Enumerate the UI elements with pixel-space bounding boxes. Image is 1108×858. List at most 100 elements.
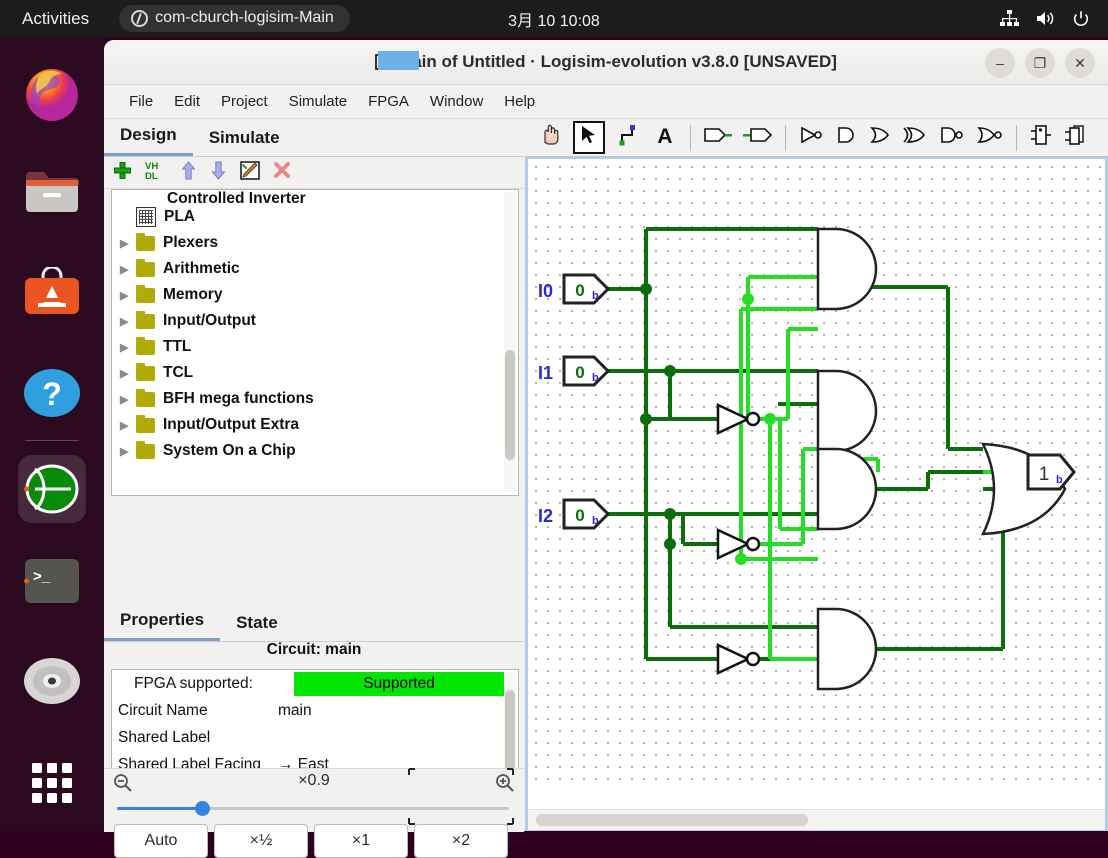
chevron-right-icon[interactable]: ▶ <box>120 445 136 458</box>
resize-corner-icon[interactable] <box>407 767 427 787</box>
not-gate-tool[interactable] <box>793 125 829 150</box>
close-button[interactable]: ✕ <box>1065 48 1095 78</box>
dock-item-firefox[interactable] <box>18 59 86 127</box>
canvas-hscrollbar[interactable] <box>528 809 1105 830</box>
pin-output-tool[interactable] <box>738 125 778 150</box>
or-gate-tool[interactable] <box>863 125 897 150</box>
maximize-button[interactable]: ❐ <box>1025 48 1055 78</box>
rename-icon[interactable] <box>240 160 260 185</box>
menu-fpga[interactable]: FPGA <box>359 90 418 113</box>
property-row[interactable]: FPGA supported: Supported <box>112 670 518 697</box>
help-icon: ? <box>24 369 80 417</box>
wiring-tool[interactable] <box>611 124 647 151</box>
window-chip[interactable]: com-cburch-logisim-Main <box>119 5 350 32</box>
zoom-slider-knob[interactable] <box>195 801 210 816</box>
folder-icon <box>136 440 155 459</box>
chevron-right-icon[interactable]: ▶ <box>120 315 136 328</box>
left-pane: Design Simulate VH DL Controlled Inverte… <box>104 119 524 831</box>
circuit-canvas[interactable]: 0 b I0 0 b I1 0 b I2 1 b <box>525 156 1108 831</box>
dock-item-files[interactable] <box>18 159 86 227</box>
zoom-slider-fill <box>117 807 202 810</box>
zoom-auto-button[interactable]: Auto <box>114 824 208 858</box>
resize-corner-icon-right-bottom[interactable] <box>495 806 515 826</box>
circuit-diagram[interactable]: 0 b I0 0 b I1 0 b I2 1 b <box>528 159 1105 789</box>
tree-item-input-output[interactable]: ▶ Input/Output <box>112 308 518 334</box>
chevron-right-icon[interactable]: ▶ <box>120 419 136 432</box>
firefox-icon <box>26 69 78 121</box>
tab-state[interactable]: State <box>220 608 294 641</box>
dock-item-software[interactable] <box>18 259 86 327</box>
zoom-preset-buttons: Auto ×½ ×1 ×2 <box>114 824 508 858</box>
property-row[interactable]: Circuit Name main <box>112 697 518 724</box>
xor-gate-tool[interactable] <box>897 125 933 150</box>
dock-item-terminal[interactable]: >_ <box>18 547 86 615</box>
dock-item-logisim[interactable] <box>18 455 86 523</box>
tree-item-pla[interactable]: PLA <box>112 204 518 230</box>
minimize-button[interactable]: – <box>985 48 1015 78</box>
tree-item-tcl[interactable]: ▶ TCL <box>112 360 518 386</box>
chevron-right-icon[interactable]: ▶ <box>120 289 136 302</box>
select-tool[interactable] <box>573 121 605 154</box>
input-pin-I2: 0 b I2 <box>538 498 611 530</box>
running-dot-logisim <box>24 486 29 492</box>
move-down-icon[interactable] <box>210 161 227 185</box>
output-pin-1: 1 b <box>1026 453 1076 491</box>
pin-input-tool[interactable] <box>698 125 738 150</box>
dock-item-disc[interactable] <box>18 647 86 715</box>
tree-item-partial[interactable]: Controlled Inverter <box>112 190 518 204</box>
menu-window[interactable]: Window <box>421 90 492 113</box>
chevron-right-icon[interactable]: ▶ <box>120 367 136 380</box>
move-up-icon[interactable] <box>180 160 197 185</box>
zoom-half-button[interactable]: ×½ <box>214 824 308 858</box>
add-circuit-icon[interactable] <box>113 161 132 185</box>
nand-gate-tool[interactable] <box>933 125 971 150</box>
tree-item-bfh-mega-functions[interactable]: ▶ BFH mega functions <box>112 386 518 412</box>
network-icon[interactable] <box>1000 10 1019 27</box>
tree-item-memory[interactable]: ▶ Memory <box>112 282 518 308</box>
poke-tool[interactable] <box>531 123 567 152</box>
chevron-right-icon[interactable]: ▶ <box>120 237 136 250</box>
tree-item-arithmetic[interactable]: ▶ Arithmetic <box>112 256 518 282</box>
and-gate-tool[interactable] <box>829 125 863 150</box>
property-value[interactable]: main <box>278 702 518 720</box>
chevron-right-icon[interactable]: ▶ <box>120 263 136 276</box>
tree-item-ttl[interactable]: ▶ TTL <box>112 334 518 360</box>
zoom-1x-button[interactable]: ×1 <box>314 824 408 858</box>
tree-item-system-on-a-chip[interactable]: ▶ System On a Chip <box>112 438 518 464</box>
resize-corner-icon-bottom[interactable] <box>407 806 427 826</box>
circuit-tree[interactable]: Controlled Inverter PLA ▶ Plexers ▶ Arit… <box>111 189 519 496</box>
subcircuit-tool[interactable] <box>1024 124 1058 151</box>
chevron-right-icon[interactable]: ▶ <box>120 393 136 406</box>
dock-item-help[interactable]: ? <box>18 359 86 427</box>
delete-icon[interactable] <box>273 161 291 184</box>
tree-item-label: PLA <box>164 208 195 225</box>
menu-edit[interactable]: Edit <box>165 90 209 113</box>
tab-simulate[interactable]: Simulate <box>193 123 296 156</box>
canvas-hscrollbar-thumb[interactable] <box>536 814 808 826</box>
vhdl-icon[interactable]: VH DL <box>145 160 167 185</box>
zoom-2x-button[interactable]: ×2 <box>414 824 508 858</box>
duplicate-tool[interactable] <box>1058 124 1092 151</box>
tree-item-input-output-extra[interactable]: ▶ Input/Output Extra <box>112 412 518 438</box>
property-row[interactable]: Shared Label <box>112 724 518 751</box>
resize-corner-icon-right-top[interactable] <box>495 767 515 787</box>
activities-button[interactable]: Activities <box>22 9 89 29</box>
menu-simulate[interactable]: Simulate <box>280 90 356 113</box>
tab-properties[interactable]: Properties <box>104 605 221 641</box>
chevron-right-icon[interactable]: ▶ <box>120 341 136 354</box>
text-tool[interactable]: A <box>647 124 683 151</box>
menu-file[interactable]: File <box>120 90 162 113</box>
menu-help[interactable]: Help <box>495 90 544 113</box>
window-titlebar[interactable]: main of Untitled · Logisim-evolution v3.… <box>104 40 1108 85</box>
power-icon[interactable] <box>1072 10 1090 28</box>
dock-item-show-apps[interactable] <box>18 749 86 817</box>
clock[interactable]: 3月 10 10:08 <box>508 7 600 31</box>
menu-project[interactable]: Project <box>212 90 277 113</box>
zoom-slider[interactable] <box>117 801 509 816</box>
nor-gate-tool[interactable] <box>971 125 1009 150</box>
tree-item-plexers[interactable]: ▶ Plexers <box>112 230 518 256</box>
zoom-row: ×0.9 <box>104 769 524 796</box>
tab-design[interactable]: Design <box>104 120 193 156</box>
tree-scrollbar-thumb[interactable] <box>505 350 515 460</box>
volume-icon[interactable] <box>1036 10 1055 27</box>
